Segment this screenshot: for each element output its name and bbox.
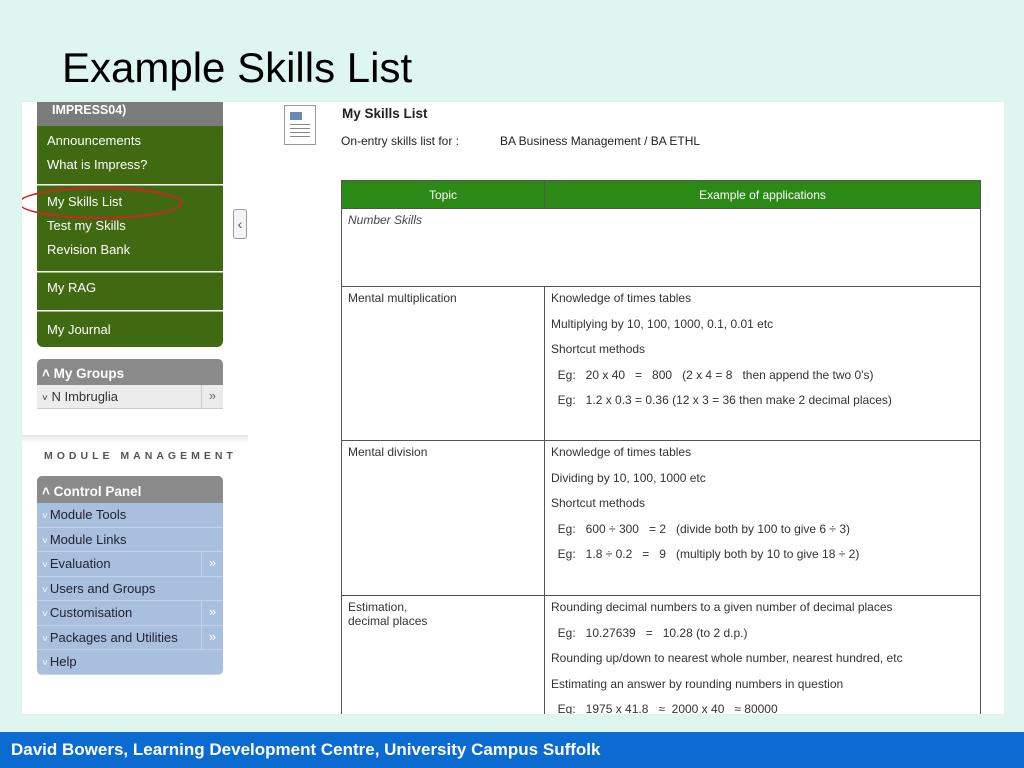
chevron-up-icon: ˄ xyxy=(42,484,50,499)
chevron-up-icon: ˄ xyxy=(42,366,50,381)
chevron-left-icon[interactable]: ‹ xyxy=(233,209,247,239)
module-title-text: IMPRESS04) xyxy=(52,103,127,117)
page-title: My Skills List xyxy=(342,106,428,121)
footer-text: David Bowers, Learning Development Centr… xyxy=(11,740,601,759)
screenshot-panel: IMPRESS04) Announcements What is Impress… xyxy=(22,102,1004,714)
example-line: Eg: 600 ÷ 300 = 2 (divide both by 100 to… xyxy=(551,521,851,536)
chevron-down-icon: ˅ xyxy=(42,609,48,620)
module-management-heading: MODULE MANAGEMENT xyxy=(44,450,237,462)
table-row: Estimation, decimal places Rounding decim… xyxy=(341,595,981,714)
example-line: Eg: 1.2 x 0.3 = 0.36 (12 x 3 = 36 then m… xyxy=(551,393,892,407)
sidebar-item-what-is-impress[interactable]: What is Impress? xyxy=(47,153,223,177)
topic-cell: Mental division xyxy=(341,440,545,596)
chevron-down-icon: ˅ xyxy=(42,658,48,669)
sidebar-group-rag: My RAG xyxy=(37,272,223,310)
my-groups-header[interactable]: ˄ My Groups xyxy=(37,359,223,385)
section-label: Number Skills xyxy=(341,208,981,287)
group-item-label: N Imbruglia xyxy=(51,389,118,404)
footer-bar: David Bowers, Learning Development Centr… xyxy=(0,732,1024,768)
sidebar-item-announcements[interactable]: Announcements xyxy=(47,129,223,153)
double-arrow-right-icon[interactable]: » xyxy=(201,625,223,650)
entry-label: On-entry skills list for : xyxy=(341,134,460,148)
control-panel-item[interactable]: ˅ Module Tools xyxy=(37,503,223,528)
control-panel-item[interactable]: ˅ Users and Groups xyxy=(37,577,223,601)
control-panel-item-label: Evaluation xyxy=(49,556,111,571)
double-arrow-right-icon[interactable]: » xyxy=(201,552,223,576)
control-panel-item[interactable]: ˅ Help xyxy=(37,650,223,675)
examples-cell: Knowledge of times tables Multiplying by … xyxy=(544,286,981,441)
slide-title: Example Skills List xyxy=(62,44,413,91)
chevron-down-icon: ˅ xyxy=(42,511,48,522)
table-header-topic: Topic xyxy=(341,180,545,209)
double-arrow-right-icon[interactable]: » xyxy=(201,385,223,408)
topic-cell: Mental multiplication xyxy=(341,286,545,441)
control-panel-item[interactable]: ˅ Module Links xyxy=(37,528,223,552)
control-panel: ˄ Control Panel ˅ Module Tools ˅ Module Lin… xyxy=(37,476,223,675)
highlight-oval xyxy=(22,187,182,219)
entry-value: BA Business Management / BA ETHL xyxy=(500,134,701,148)
my-groups-panel: ˄ My Groups ˅ N Imbruglia » xyxy=(37,359,223,409)
control-panel-item-label: Customisation xyxy=(49,605,133,620)
control-panel-item-label: Help xyxy=(49,654,77,669)
double-arrow-right-icon[interactable]: » xyxy=(201,601,223,625)
example-line: Shortcut methods xyxy=(551,496,646,510)
chevron-down-icon: ˅ xyxy=(42,584,48,596)
example-line: Eg: 1975 x 41.8 ≈ 2000 x 40 ≈ 80000 xyxy=(551,702,778,714)
chevron-down-icon: ˅ xyxy=(42,393,48,404)
sidebar-group-journal: My Journal xyxy=(37,311,223,347)
control-panel-item[interactable]: ˅ Customisation » xyxy=(37,601,223,626)
chevron-down-icon: ˅ xyxy=(42,633,48,645)
control-panel-item-label: Users and Groups xyxy=(49,580,156,596)
examples-cell: Rounding decimal numbers to a given numb… xyxy=(544,595,981,714)
example-line: Rounding up/down to nearest whole number… xyxy=(551,651,903,665)
example-line: Rounding decimal numbers to a given numb… xyxy=(551,600,893,614)
chevron-down-icon: ˅ xyxy=(42,535,48,547)
example-line: Knowledge of times tables xyxy=(551,445,692,459)
sidebar-module-title: IMPRESS04) xyxy=(37,102,223,126)
table-section-row: Number Skills xyxy=(341,208,981,287)
example-line: Eg: 20 x 40 = 800 (2 x 4 = 8 then append… xyxy=(551,367,874,382)
control-panel-header[interactable]: ˄ Control Panel xyxy=(37,476,223,503)
example-line: Eg: 1.8 ÷ 0.2 = 9 (multiply both by 10 t… xyxy=(551,547,860,561)
control-panel-item-label: Packages and Utilities xyxy=(49,629,178,645)
divider xyxy=(22,435,248,443)
control-panel-item[interactable]: ˅ Packages and Utilities » xyxy=(37,625,223,650)
table-row: Mental multiplication Knowledge of times … xyxy=(341,286,981,441)
sidebar-item-my-rag[interactable]: My RAG xyxy=(47,280,223,295)
table-row: Mental division Knowledge of times tables… xyxy=(341,440,981,596)
sidebar: IMPRESS04) Announcements What is Impress… xyxy=(22,102,248,714)
table-header-examples: Example of applications xyxy=(544,180,981,209)
example-line: Estimating an answer by rounding numbers… xyxy=(551,676,844,691)
my-groups-title: My Groups xyxy=(53,366,125,381)
control-panel-title: Control Panel xyxy=(53,484,142,499)
sidebar-group-info: Announcements What is Impress? xyxy=(37,126,223,184)
example-line: Multiplying by 10, 100, 1000, 0.1, 0.01 … xyxy=(551,316,774,331)
control-panel-item-label: Module Links xyxy=(49,531,127,547)
chevron-down-icon: ˅ xyxy=(42,560,48,571)
sidebar-item-my-journal[interactable]: My Journal xyxy=(47,322,223,337)
example-line: Eg: 10.27639 = 10.28 (to 2 d.p.) xyxy=(551,625,748,640)
example-line: Shortcut methods xyxy=(551,342,646,356)
skills-table: Topic Example of applications Number Ski… xyxy=(341,180,981,714)
control-panel-item-label: Module Tools xyxy=(49,507,127,522)
example-line: Dividing by 10, 100, 1000 etc xyxy=(551,470,706,485)
topic-cell: Estimation, decimal places xyxy=(341,595,545,714)
sidebar-item-revision-bank[interactable]: Revision Bank xyxy=(47,238,223,262)
example-line: Knowledge of times tables xyxy=(551,291,692,305)
examples-cell: Knowledge of times tables Dividing by 10,… xyxy=(544,440,981,596)
document-icon xyxy=(284,105,316,145)
control-panel-item[interactable]: ˅ Evaluation » xyxy=(37,552,223,577)
group-item[interactable]: ˅ N Imbruglia » xyxy=(37,385,223,409)
